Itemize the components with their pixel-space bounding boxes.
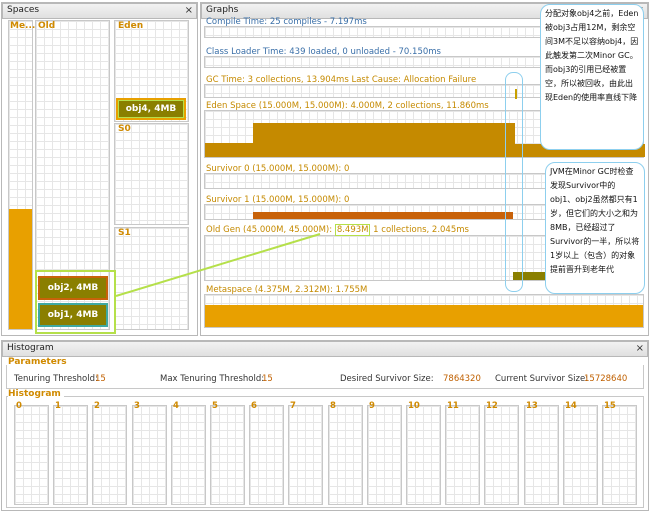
histogram-bin-11 xyxy=(445,405,480,505)
histogram-close-icon[interactable]: × xyxy=(636,342,644,355)
histogram-bin-label-9: 9 xyxy=(369,401,375,411)
histogram-bin-label-1: 1 xyxy=(55,401,61,411)
histogram-bin-4 xyxy=(171,405,206,505)
histogram-bin-5 xyxy=(210,405,245,505)
histogram-bin-label-8: 8 xyxy=(330,401,336,411)
histogram-panel-header: Histogram × xyxy=(2,341,648,357)
histogram-bin-label-5: 5 xyxy=(212,401,218,411)
histogram-bin-label-3: 3 xyxy=(134,401,140,411)
histogram-bin-label-11: 11 xyxy=(447,401,459,411)
histogram-bin-15 xyxy=(602,405,637,505)
callout-eden-gc: 分配对象obj4之前，Eden被obj3占用12M，剩余空间3M不足以容纳obj… xyxy=(540,4,644,150)
histogram-bin-3 xyxy=(132,405,167,505)
histogram-bin-7 xyxy=(288,405,323,505)
histogram-bin-9 xyxy=(367,405,402,505)
histogram-bin-label-6: 6 xyxy=(251,401,257,411)
histogram-bin-13 xyxy=(524,405,559,505)
histogram-bin-label-7: 7 xyxy=(290,401,296,411)
histogram-bin-label-2: 2 xyxy=(94,401,100,411)
desired-survivor-size-value: 7864320 xyxy=(443,374,481,384)
histogram-bin-8 xyxy=(328,405,363,505)
max-tenuring-threshold-value: 15 xyxy=(262,374,273,384)
histogram-bin-label-15: 15 xyxy=(604,401,616,411)
max-tenuring-threshold-label: Max Tenuring Threshold: xyxy=(160,374,265,384)
parameters-label: Parameters xyxy=(8,357,70,367)
tenuring-threshold-value: 15 xyxy=(95,374,106,384)
histogram-bin-label-0: 0 xyxy=(16,401,22,411)
histogram-bin-label-13: 13 xyxy=(526,401,538,411)
histogram-bin-0 xyxy=(14,405,49,505)
histogram-bin-2 xyxy=(92,405,127,505)
histogram-bin-1 xyxy=(53,405,88,505)
histogram-bin-label-10: 10 xyxy=(408,401,420,411)
histogram-bin-6 xyxy=(249,405,284,505)
histogram-bin-12 xyxy=(484,405,519,505)
current-survivor-size-value: 15728640 xyxy=(584,374,628,384)
histogram-bin-label-14: 14 xyxy=(565,401,577,411)
desired-survivor-size-label: Desired Survivor Size: xyxy=(340,374,434,384)
histogram-bin-10 xyxy=(406,405,441,505)
callout-promotion: JVM在Minor GC时检查发现Survivor中的obj1、obj2虽然都只… xyxy=(545,162,645,294)
current-survivor-size-label: Current Survivor Size: xyxy=(495,374,589,384)
tenuring-threshold-label: Tenuring Threshold: xyxy=(14,374,98,384)
histogram-label: Histogram xyxy=(8,389,64,399)
histogram-bin-label-12: 12 xyxy=(486,401,498,411)
histogram-bin-14 xyxy=(563,405,598,505)
histogram-panel-title: Histogram xyxy=(7,343,54,353)
gc-moment-highlight xyxy=(505,72,523,292)
histogram-bin-label-4: 4 xyxy=(173,401,179,411)
